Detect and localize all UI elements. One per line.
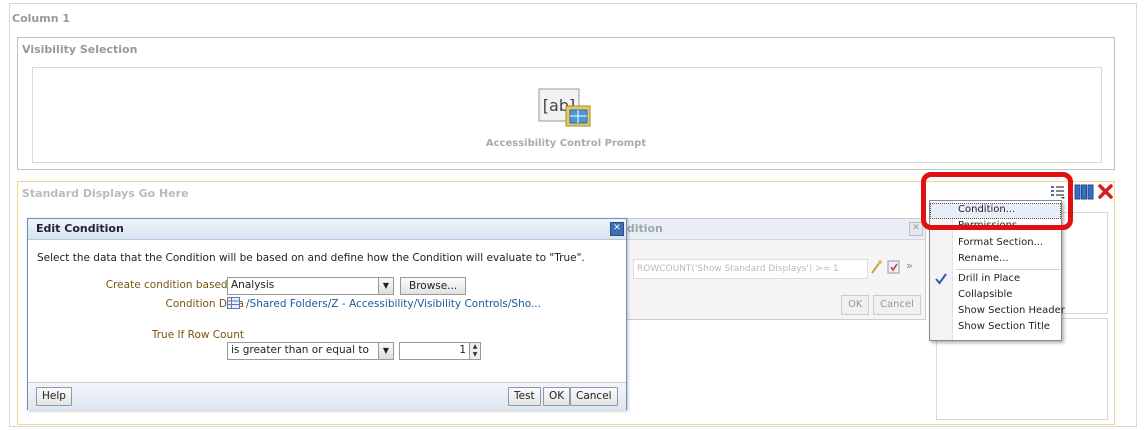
row-count-stepper[interactable]: 1 ▲ ▼ <box>399 342 481 360</box>
menu-item-collapsible[interactable]: Collapsible <box>930 288 1061 304</box>
delete-icon[interactable] <box>1097 183 1114 200</box>
prompt-icon[interactable]: [ab] <box>538 88 594 130</box>
condition-expression: ROWCOUNT('Show Standard Displays') >= 1 <box>633 259 868 279</box>
menu-item-drill-in-place[interactable]: Drill in Place <box>930 272 1061 288</box>
dialog-title: Edit Condition <box>36 222 124 235</box>
ok-button[interactable]: OK <box>543 387 571 406</box>
based-on-select[interactable]: Analysis ▼ <box>227 277 394 295</box>
menu-item-label: Show Section Title <box>958 321 1050 332</box>
chevron-down-icon[interactable]: ▼ <box>378 343 393 359</box>
condition-data-link[interactable]: /Shared Folders/Z - Accessibility/Visibi… <box>246 298 541 310</box>
menu-item-show-section-header[interactable]: Show Section Header <box>930 304 1065 320</box>
true-if-label: True If Row Count <box>151 329 244 341</box>
menu-item-format-section[interactable]: Format Section... <box>930 236 1061 252</box>
edit-condition-dialog: Edit Condition ✕ Select the data that th… <box>27 218 627 410</box>
spinner-icon[interactable]: ▲ ▼ <box>469 343 480 359</box>
test-button[interactable]: Test <box>508 387 541 406</box>
standard-section-title: Standard Displays Go Here <box>22 187 189 200</box>
based-on-label: Create condition based on <box>105 279 244 291</box>
background-ok-button[interactable]: OK <box>841 295 870 315</box>
menu-item-label: Format Section... <box>958 237 1044 248</box>
menu-item-label: Drill in Place <box>958 273 1021 284</box>
dialog-footer: Help Test OK Cancel <box>28 382 626 410</box>
close-icon[interactable]: ✕ <box>610 222 624 236</box>
analysis-icon <box>227 297 240 309</box>
operator-value: is greater than or equal to <box>231 344 369 356</box>
operator-select[interactable]: is greater than or equal to ▼ <box>227 342 394 360</box>
cancel-button[interactable]: Cancel <box>570 387 618 406</box>
menu-item-rename[interactable]: Rename... <box>930 252 1061 268</box>
background-cancel-button[interactable]: Cancel <box>873 295 921 315</box>
menu-item-label: Collapsible <box>958 289 1013 300</box>
menu-item-label: Rename... <box>958 253 1009 264</box>
menu-item-show-section-title[interactable]: Show Section Title <box>930 320 1061 336</box>
based-on-value: Analysis <box>231 279 275 291</box>
browse-button[interactable]: Browse... <box>400 277 467 295</box>
checkmark-icon <box>935 273 947 285</box>
highlight-annotation <box>921 172 1073 230</box>
help-button[interactable]: Help <box>36 387 72 406</box>
visibility-section-title: Visibility Selection <box>22 43 138 56</box>
dialog-description: Select the data that the Condition will … <box>37 252 585 264</box>
menu-item-label: Show Section Header <box>958 305 1065 316</box>
expand-chevron-icon[interactable]: » <box>906 259 913 272</box>
row-count-value: 1 <box>459 344 466 356</box>
column-title: Column 1 <box>12 12 71 25</box>
condition-doc-icon[interactable] <box>887 259 901 275</box>
menu-separator <box>956 269 1060 270</box>
condition-data-label: Condition Data <box>165 298 244 310</box>
edit-condition-icon[interactable] <box>869 259 883 275</box>
chevron-down-icon[interactable]: ▼ <box>378 278 393 294</box>
prompt-label: Accessibility Control Prompt <box>485 138 647 149</box>
columns-icon[interactable] <box>1074 184 1094 200</box>
